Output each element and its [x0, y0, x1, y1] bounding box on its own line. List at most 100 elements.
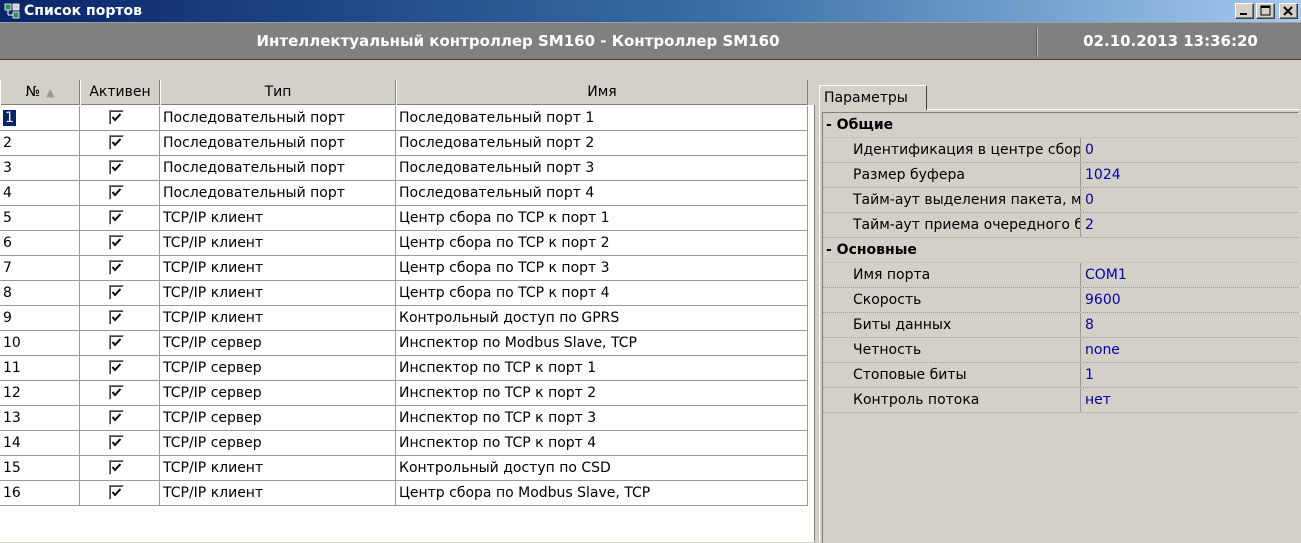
row-number-cell[interactable]: 4 [0, 181, 80, 205]
maximize-button[interactable] [1256, 3, 1275, 19]
column-header-active[interactable]: Активен [80, 80, 160, 105]
port-type-cell[interactable]: TCP/IP клиент [160, 456, 396, 480]
property-grid[interactable]: - Общие Идентификация в центре сбор 0 Разме… [822, 112, 1298, 543]
property-value[interactable]: none [1085, 338, 1120, 362]
table-row[interactable]: 7 TCP/IP клиент Центр сбора по TCP к порт … [0, 256, 808, 281]
port-name-cell[interactable]: Центр сбора по TCP к порт 3 [396, 256, 808, 280]
table-row[interactable]: 12 TCP/IP сервер Инспектор по TCP к порт 2 [0, 381, 808, 406]
active-checkbox[interactable] [109, 185, 124, 200]
row-number-cell[interactable]: 10 [0, 331, 80, 355]
table-row[interactable]: 4 Последовательный порт Последовательный п… [0, 181, 808, 206]
port-type-cell[interactable]: TCP/IP сервер [160, 406, 396, 430]
table-row[interactable]: 13 TCP/IP сервер Инспектор по TCP к порт 3 [0, 406, 808, 431]
table-row[interactable]: 1 Последовательный порт Последовательный п… [0, 106, 808, 131]
active-checkbox[interactable] [109, 160, 124, 175]
table-row[interactable]: 2 Последовательный порт Последовательный п… [0, 131, 808, 156]
port-type-cell[interactable]: TCP/IP сервер [160, 381, 396, 405]
active-checkbox[interactable] [109, 460, 124, 475]
port-name-cell[interactable]: Последовательный порт 2 [396, 131, 808, 155]
port-type-cell[interactable]: TCP/IP клиент [160, 256, 396, 280]
ports-grid[interactable]: № ▲ Активен Тип Имя 1 Последовательный пор… [0, 80, 815, 542]
property-row[interactable]: Стоповые биты 1 [823, 363, 1298, 388]
port-type-cell[interactable]: TCP/IP клиент [160, 206, 396, 230]
port-type-cell[interactable]: TCP/IP сервер [160, 331, 396, 355]
table-row[interactable]: 5 TCP/IP клиент Центр сбора по TCP к порт … [0, 206, 808, 231]
table-row[interactable]: 11 TCP/IP сервер Инспектор по TCP к порт 1 [0, 356, 808, 381]
property-value[interactable]: 0 [1085, 188, 1094, 212]
active-checkbox[interactable] [109, 360, 124, 375]
active-checkbox[interactable] [109, 135, 124, 150]
port-name-cell[interactable]: Контрольный доступ по GPRS [396, 306, 808, 330]
port-name-cell[interactable]: Последовательный порт 4 [396, 181, 808, 205]
active-checkbox[interactable] [109, 210, 124, 225]
property-value[interactable]: COM1 [1085, 263, 1127, 287]
active-checkbox[interactable] [109, 335, 124, 350]
row-number-cell[interactable]: 9 [0, 306, 80, 330]
active-checkbox[interactable] [109, 235, 124, 250]
property-row[interactable]: Тайм-аут выделения пакета, м0 [823, 188, 1298, 213]
port-name-cell[interactable]: Центр сбора по TCP к порт 1 [396, 206, 808, 230]
port-type-cell[interactable]: Последовательный порт [160, 131, 396, 155]
active-checkbox[interactable] [109, 435, 124, 450]
property-value[interactable]: 9600 [1085, 288, 1121, 312]
row-number-cell[interactable]: 1 [0, 106, 80, 130]
property-row[interactable]: Имя порта COM1 [823, 263, 1298, 288]
port-type-cell[interactable]: TCP/IP клиент [160, 306, 396, 330]
property-row[interactable]: Контроль потока нет [823, 388, 1298, 413]
port-name-cell[interactable]: Последовательный порт 3 [396, 156, 808, 180]
port-type-cell[interactable]: TCP/IP клиент [160, 481, 396, 505]
minimize-button[interactable] [1235, 3, 1254, 19]
active-checkbox[interactable] [109, 110, 124, 125]
row-number-cell[interactable]: 16 [0, 481, 80, 505]
property-category[interactable]: - Основные [823, 238, 1298, 263]
close-button[interactable] [1279, 3, 1298, 19]
active-checkbox[interactable] [109, 285, 124, 300]
row-number-cell[interactable]: 11 [0, 356, 80, 380]
property-value[interactable]: нет [1085, 388, 1111, 412]
table-row[interactable]: 9 TCP/IP клиент Контрольный доступ по GPRS [0, 306, 808, 331]
row-number-cell[interactable]: 14 [0, 431, 80, 455]
active-checkbox[interactable] [109, 410, 124, 425]
port-name-cell[interactable]: Инспектор по TCP к порт 2 [396, 381, 808, 405]
row-number-cell[interactable]: 3 [0, 156, 80, 180]
table-row[interactable]: 14 TCP/IP сервер Инспектор по TCP к порт 4 [0, 431, 808, 456]
property-row[interactable]: Тайм-аут приема очередного б2 [823, 213, 1298, 238]
title-bar[interactable]: Список портов [0, 0, 1301, 22]
column-header-number[interactable]: № ▲ [0, 80, 80, 105]
row-number-cell[interactable]: 7 [0, 256, 80, 280]
property-value[interactable]: 8 [1085, 313, 1094, 337]
property-row[interactable]: Идентификация в центре сбор 0 [823, 138, 1298, 163]
port-type-cell[interactable]: Последовательный порт [160, 156, 396, 180]
port-name-cell[interactable]: Инспектор по TCP к порт 1 [396, 356, 808, 380]
table-row[interactable]: 3 Последовательный порт Последовательный п… [0, 156, 808, 181]
port-name-cell[interactable]: Последовательный порт 1 [396, 106, 808, 130]
row-number-cell[interactable]: 6 [0, 231, 80, 255]
property-value[interactable]: 2 [1085, 213, 1094, 237]
property-value[interactable]: 1 [1085, 363, 1094, 387]
port-name-cell[interactable]: Центр сбора по TCP к порт 4 [396, 281, 808, 305]
property-row[interactable]: Размер буфера 1024 [823, 163, 1298, 188]
port-name-cell[interactable]: Центр сбора по TCP к порт 2 [396, 231, 808, 255]
table-row[interactable]: 15 TCP/IP клиент Контрольный доступ по CSD [0, 456, 808, 481]
port-name-cell[interactable]: Центр сбора по Modbus Slave, TCP [396, 481, 808, 505]
table-row[interactable]: 8 TCP/IP клиент Центр сбора по TCP к порт … [0, 281, 808, 306]
property-row[interactable]: Скорость 9600 [823, 288, 1298, 313]
row-number-cell[interactable]: 2 [0, 131, 80, 155]
column-header-type[interactable]: Тип [160, 80, 396, 105]
active-checkbox[interactable] [109, 260, 124, 275]
port-name-cell[interactable]: Инспектор по Modbus Slave, TCP [396, 331, 808, 355]
port-name-cell[interactable]: Инспектор по TCP к порт 3 [396, 406, 808, 430]
table-row[interactable]: 16 TCP/IP клиент Центр сбора по Modbus Sla… [0, 481, 808, 506]
port-type-cell[interactable]: Последовательный порт [160, 106, 396, 130]
port-type-cell[interactable]: TCP/IP сервер [160, 356, 396, 380]
property-value[interactable]: 0 [1085, 138, 1094, 162]
row-number-cell[interactable]: 15 [0, 456, 80, 480]
port-name-cell[interactable]: Инспектор по TCP к порт 4 [396, 431, 808, 455]
port-type-cell[interactable]: TCP/IP клиент [160, 281, 396, 305]
row-number-cell[interactable]: 12 [0, 381, 80, 405]
property-value[interactable]: 1024 [1085, 163, 1121, 187]
row-number-cell[interactable]: 8 [0, 281, 80, 305]
port-type-cell[interactable]: TCP/IP сервер [160, 431, 396, 455]
column-header-name[interactable]: Имя [396, 80, 808, 105]
tab-parameters[interactable]: Параметры [819, 85, 927, 110]
